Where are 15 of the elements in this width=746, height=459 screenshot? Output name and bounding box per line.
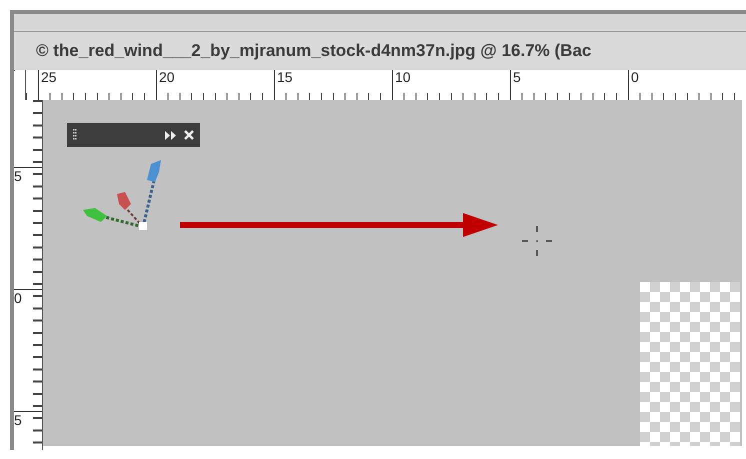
ruler-label: 5	[14, 412, 22, 428]
arrow-icon	[180, 212, 500, 238]
ruler-label: 5	[513, 69, 521, 85]
ruler-label: 0	[631, 69, 639, 85]
ruler-label: 10	[395, 69, 411, 85]
close-icon[interactable]	[184, 130, 194, 140]
grip-icon[interactable]	[73, 129, 77, 141]
ruler-label: 0	[14, 290, 22, 306]
ruler-label: 15	[277, 69, 293, 85]
ruler-label: 5	[14, 168, 22, 184]
ruler-origin[interactable]	[14, 70, 26, 100]
expand-icon[interactable]	[165, 130, 176, 140]
ruler-label: 20	[159, 69, 175, 85]
crosshair-icon	[521, 225, 553, 257]
ruler-label: 25	[41, 69, 57, 85]
